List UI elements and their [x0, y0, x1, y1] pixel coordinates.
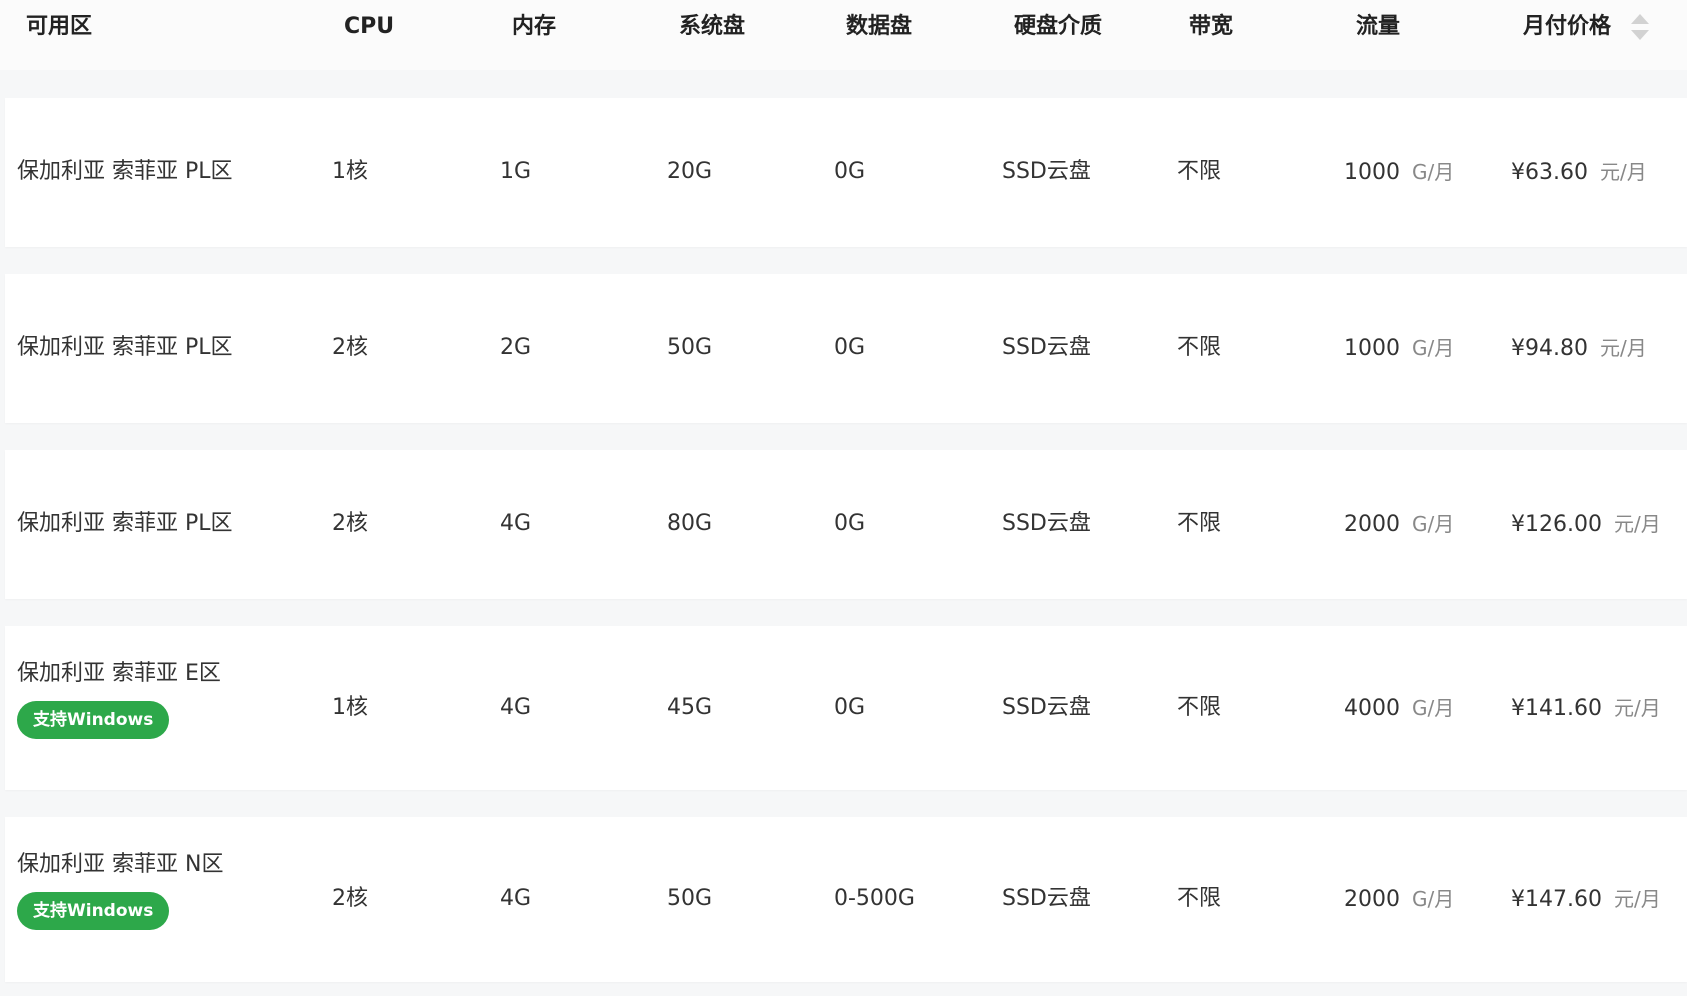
traffic-cell: 1000 G/月	[1344, 333, 1454, 364]
system-disk-cell: 80G	[667, 511, 713, 536]
data-disk-cell: 0G	[834, 695, 866, 720]
windows-support-badge: 支持Windows	[17, 892, 170, 930]
disk-media-cell: SSD云盘	[1002, 335, 1091, 360]
table-row[interactable]: 保加利亚 索菲亚 PL区 2核 4G 80G 0G SSD云盘 不限 2000 G…	[5, 450, 1687, 599]
traffic-cell: 2000 G/月	[1344, 509, 1454, 540]
price-cell: ¥126.00 元/月	[1511, 509, 1661, 540]
zone-cell: 保加利亚 索菲亚 N区	[17, 852, 224, 877]
zone-cell: 保加利亚 索菲亚 PL区	[17, 335, 233, 360]
header-system-disk: 系统盘	[679, 14, 746, 39]
system-disk-cell: 50G	[667, 335, 713, 360]
cpu-cell: 2核	[332, 886, 368, 911]
traffic-value: 4000	[1344, 696, 1400, 721]
price-value: ¥63.60	[1511, 160, 1588, 185]
header-monthly-price[interactable]: 月付价格	[1523, 12, 1611, 42]
price-value: ¥141.60	[1511, 696, 1602, 721]
data-disk-cell: 0G	[834, 511, 866, 536]
disk-media-cell: SSD云盘	[1002, 159, 1091, 184]
traffic-cell: 1000 G/月	[1344, 157, 1454, 188]
zone-cell: 保加利亚 索菲亚 PL区	[17, 159, 233, 184]
price-unit: 元/月	[1613, 696, 1661, 720]
traffic-value: 2000	[1344, 512, 1400, 537]
price-table: 可用区 CPU 内存 系统盘 数据盘 硬盘介质 带宽 流量 月付价格 保加利亚 …	[0, 0, 1687, 996]
header-cpu: CPU	[344, 14, 395, 39]
price-cell: ¥94.80 元/月	[1511, 333, 1647, 364]
traffic-unit: G/月	[1412, 696, 1455, 720]
system-disk-cell: 45G	[667, 695, 713, 720]
header-bandwidth: 带宽	[1189, 14, 1234, 39]
memory-cell: 1G	[500, 159, 532, 184]
memory-cell: 4G	[500, 886, 532, 911]
traffic-unit: G/月	[1412, 160, 1455, 184]
windows-support-badge: 支持Windows	[17, 701, 170, 739]
table-row[interactable]: 保加利亚 索菲亚 E区 支持Windows 1核 4G 45G 0G SSD云盘…	[5, 626, 1687, 790]
zone-cell: 保加利亚 索菲亚 PL区	[17, 511, 233, 536]
disk-media-cell: SSD云盘	[1002, 511, 1091, 536]
traffic-cell: 2000 G/月	[1344, 884, 1454, 915]
traffic-unit: G/月	[1412, 336, 1455, 360]
cpu-cell: 1核	[332, 695, 368, 720]
bandwidth-cell: 不限	[1177, 159, 1222, 184]
header-zone: 可用区	[26, 14, 93, 39]
header-disk-media: 硬盘介质	[1014, 14, 1103, 39]
cpu-cell: 2核	[332, 335, 368, 360]
sort-icon[interactable]	[1631, 14, 1649, 44]
memory-cell: 4G	[500, 511, 532, 536]
sort-down-icon[interactable]	[1631, 30, 1649, 40]
table-row[interactable]: 保加利亚 索菲亚 PL区 1核 1G 20G 0G SSD云盘 不限 1000 G…	[5, 98, 1687, 247]
table-row[interactable]: 保加利亚 索菲亚 N区 支持Windows 2核 4G 50G 0-500G S…	[5, 817, 1687, 982]
price-unit: 元/月	[1613, 887, 1661, 911]
price-unit: 元/月	[1599, 336, 1647, 360]
table-row[interactable]: 保加利亚 索菲亚 PL区 2核 2G 50G 0G SSD云盘 不限 1000 G…	[5, 274, 1687, 423]
cpu-cell: 1核	[332, 159, 368, 184]
header-data-disk: 数据盘	[846, 14, 913, 39]
price-cell: ¥63.60 元/月	[1511, 157, 1647, 188]
price-unit: 元/月	[1599, 160, 1647, 184]
traffic-value: 2000	[1344, 887, 1400, 912]
traffic-value: 1000	[1344, 160, 1400, 185]
traffic-unit: G/月	[1412, 512, 1455, 536]
system-disk-cell: 50G	[667, 886, 713, 911]
memory-cell: 2G	[500, 335, 532, 360]
header-memory: 内存	[512, 14, 557, 39]
cpu-cell: 2核	[332, 511, 368, 536]
zone-cell: 保加利亚 索菲亚 E区	[17, 661, 221, 686]
price-value: ¥94.80	[1511, 336, 1588, 361]
price-value: ¥126.00	[1511, 512, 1602, 537]
price-value: ¥147.60	[1511, 887, 1602, 912]
data-disk-cell: 0-500G	[834, 886, 915, 911]
traffic-cell: 4000 G/月	[1344, 693, 1454, 724]
bandwidth-cell: 不限	[1177, 886, 1222, 911]
sort-up-icon[interactable]	[1631, 14, 1649, 24]
bandwidth-cell: 不限	[1177, 335, 1222, 360]
price-cell: ¥141.60 元/月	[1511, 693, 1661, 724]
price-cell: ¥147.60 元/月	[1511, 884, 1661, 915]
bandwidth-cell: 不限	[1177, 695, 1222, 720]
disk-media-cell: SSD云盘	[1002, 886, 1091, 911]
price-unit: 元/月	[1613, 512, 1661, 536]
traffic-unit: G/月	[1412, 887, 1455, 911]
traffic-value: 1000	[1344, 336, 1400, 361]
system-disk-cell: 20G	[667, 159, 713, 184]
data-disk-cell: 0G	[834, 335, 866, 360]
data-disk-cell: 0G	[834, 159, 866, 184]
bandwidth-cell: 不限	[1177, 511, 1222, 536]
memory-cell: 4G	[500, 695, 532, 720]
disk-media-cell: SSD云盘	[1002, 695, 1091, 720]
table-header: 可用区 CPU 内存 系统盘 数据盘 硬盘介质 带宽 流量 月付价格	[0, 0, 1687, 70]
header-traffic: 流量	[1356, 14, 1401, 39]
